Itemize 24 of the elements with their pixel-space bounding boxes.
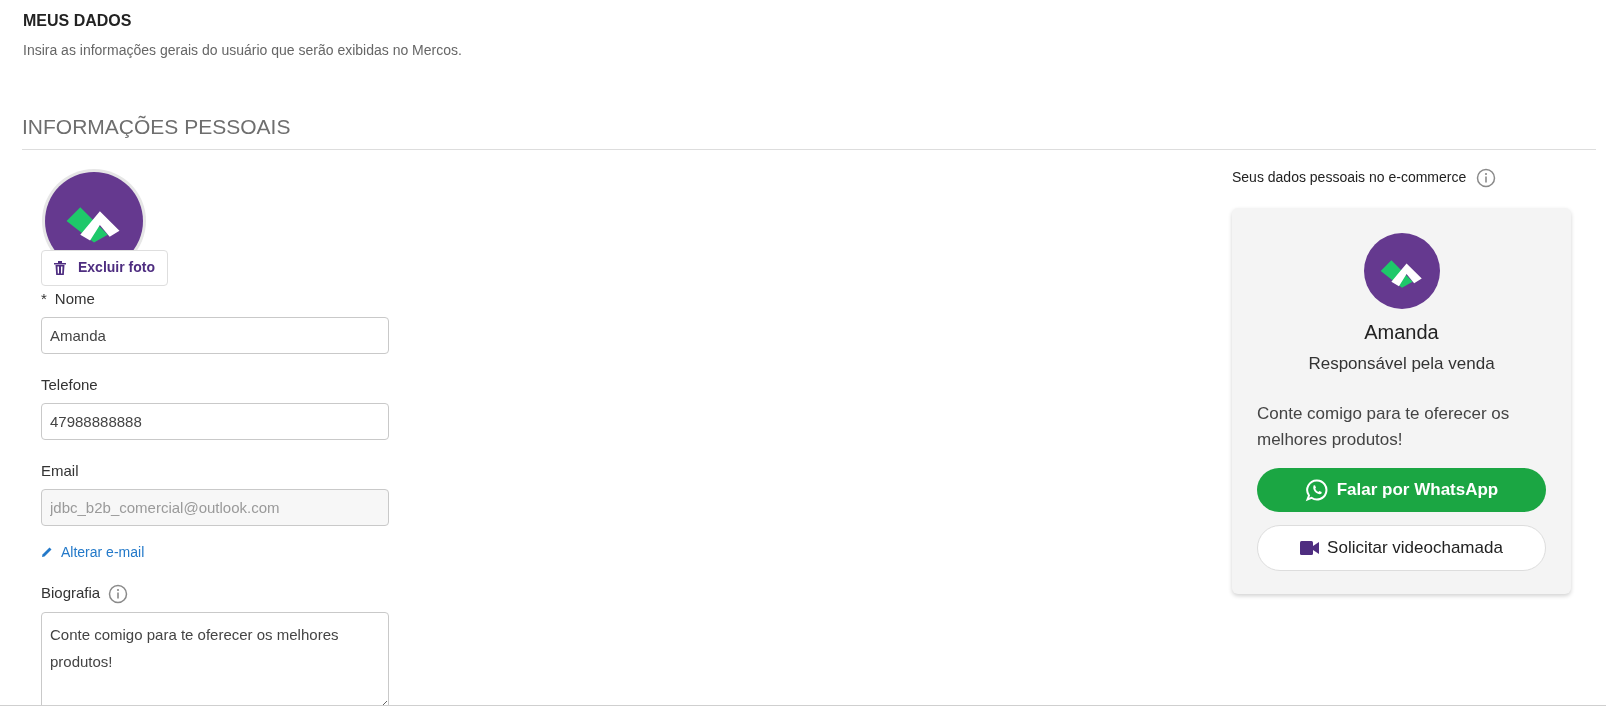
section-title: INFORMAÇÕES PESSOAIS — [22, 114, 292, 140]
change-email-link[interactable]: Alterar e-mail — [41, 541, 145, 563]
page-subtitle: Insira as informações gerais do usuário que serão exibidas no Mercos. — [23, 41, 463, 60]
video-camera-icon — [1300, 541, 1320, 555]
input-field[interactable]: Amanda — [41, 316, 389, 354]
info-icon[interactable] — [108, 583, 129, 604]
video-call-button[interactable]: Solicitar videochamada — [1257, 525, 1546, 571]
trash-icon — [54, 260, 66, 275]
input-field[interactable]: 47988888888 — [41, 402, 389, 440]
remove-photo-button[interactable]: Excluir foto — [41, 249, 168, 286]
required-mark: * — [41, 289, 47, 310]
field-label: Biografia — [41, 583, 101, 604]
seller-bio: Conte comigo para te oferecer os melhores produtos! — [1257, 403, 1511, 451]
chat-bubble-phone-icon — [1304, 478, 1329, 502]
field-label: Nome — [54, 289, 95, 310]
pencil-icon — [41, 546, 53, 558]
seller-name: Amanda — [1364, 319, 1439, 345]
field-label: Telefone — [41, 375, 98, 396]
field-label: Email — [41, 461, 79, 482]
info-icon[interactable] — [1476, 167, 1497, 188]
seller-role: Responsável pela venda — [1308, 352, 1495, 375]
preview-title: Seus dados pessoais no e-commerce — [1232, 168, 1467, 187]
bio-textarea[interactable]: Conte comigo para te oferecer os melhores produtos! — [41, 611, 389, 705]
page-title: MEUS DADOS — [23, 11, 133, 29]
